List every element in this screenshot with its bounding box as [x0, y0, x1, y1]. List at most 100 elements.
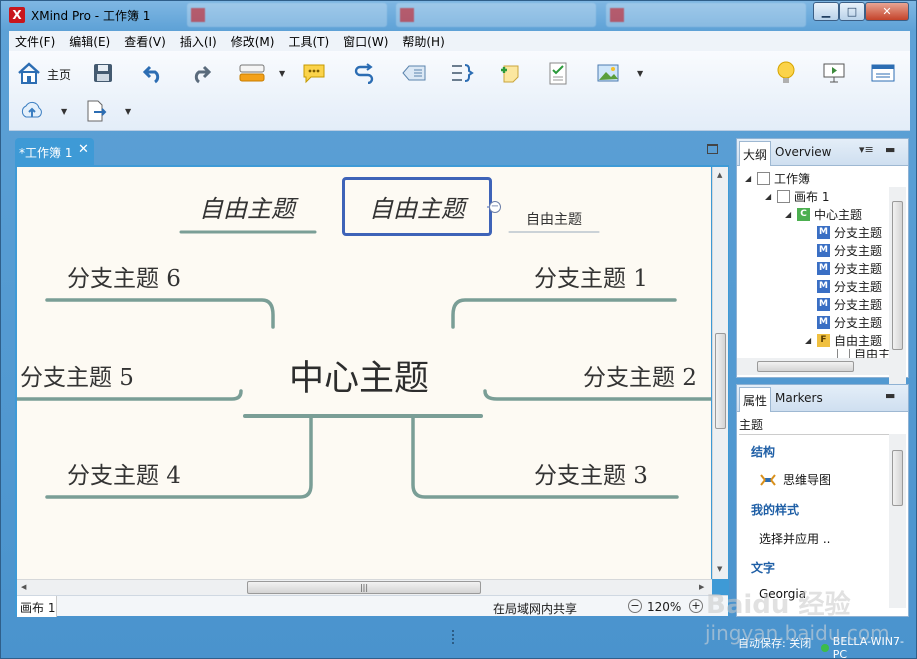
tree-item-floating[interactable]: ◢ F 自由主题: [805, 331, 882, 349]
maximize-button[interactable]: □: [839, 2, 865, 21]
tree-item-workbook[interactable]: ◢ 工作簿: [745, 169, 810, 187]
collapse-arrow-icon[interactable]: ◢: [785, 210, 797, 219]
branch-topic-5[interactable]: 分支主题 5: [20, 358, 134, 392]
image-button[interactable]: [595, 61, 621, 85]
collapse-arrow-icon[interactable]: ◢: [745, 174, 757, 183]
outline-hscroll-thumb[interactable]: [757, 361, 854, 372]
my-style-section-title[interactable]: 我的样式: [751, 501, 799, 518]
tree-item-floating-child[interactable]: 自由主: [837, 349, 890, 358]
menu-help[interactable]: 帮助(H): [402, 33, 444, 50]
menu-window[interactable]: 窗口(W): [343, 33, 388, 50]
upload-dropdown-icon[interactable]: ▼: [61, 107, 67, 116]
tree-item-branch[interactable]: M 分支主题: [817, 313, 882, 331]
home-button[interactable]: [15, 59, 43, 87]
tree-item-label: 分支主题: [834, 261, 883, 276]
tab-markers[interactable]: Markers: [775, 391, 823, 405]
tree-item-branch[interactable]: M 分支主题: [817, 277, 882, 295]
menu-view[interactable]: 查看(V): [124, 33, 166, 50]
tab-properties[interactable]: 属性: [739, 387, 772, 412]
canvas-horizontal-scrollbar[interactable]: ◀ ||| ▶: [17, 579, 712, 595]
redo-button[interactable]: [189, 61, 213, 85]
sheet-tab[interactable]: 画布 1: [17, 596, 57, 617]
outline-scroll-thumb[interactable]: [892, 201, 903, 350]
tree-item-central[interactable]: ◢ C 中心主题: [785, 205, 862, 223]
tree-item-branch[interactable]: M 分支主题: [817, 259, 882, 277]
menu-tools[interactable]: 工具(T): [288, 33, 329, 50]
minimize-panel-icon[interactable]: ▬: [885, 389, 895, 402]
tree-item-label: 分支主题: [834, 297, 883, 312]
upload-button[interactable]: [19, 99, 45, 123]
tree-item-branch[interactable]: M 分支主题: [817, 223, 882, 241]
boundary-button[interactable]: [399, 61, 429, 85]
outline-horizontal-scrollbar[interactable]: [737, 358, 889, 375]
export-button[interactable]: [83, 99, 109, 123]
relationship-icon: [354, 63, 374, 84]
relationship-button[interactable]: [351, 61, 377, 85]
structure-section-title[interactable]: 结构: [751, 443, 775, 460]
mind-map-canvas[interactable]: 自由主题 自由主题 − 自由主题 分支主题 6 分支主题 1 分支主题 5 分支…: [17, 167, 711, 579]
tree-item-sheet[interactable]: ◢ 画布 1: [765, 187, 829, 205]
insert-topic-dropdown-icon[interactable]: ▼: [279, 69, 285, 78]
scroll-up-icon[interactable]: ▲: [717, 171, 722, 179]
properties-scroll-thumb[interactable]: [892, 450, 903, 506]
apply-style-link[interactable]: 选择并应用 ..: [759, 530, 830, 547]
tree-item-branch[interactable]: M 分支主题: [817, 241, 882, 259]
branch-topic-3[interactable]: 分支主题 3: [534, 456, 648, 490]
menu-edit[interactable]: 编辑(E): [69, 33, 110, 50]
outline-vertical-scrollbar[interactable]: [889, 187, 906, 392]
collapse-arrow-icon[interactable]: ◢: [805, 336, 817, 345]
save-button[interactable]: [91, 61, 115, 85]
tab-outline[interactable]: 大纲: [739, 141, 772, 166]
layout-button[interactable]: [869, 61, 897, 85]
zoom-level[interactable]: 120%: [647, 600, 681, 614]
view-menu-icon[interactable]: ▾≡: [859, 143, 874, 156]
branch-topic-4[interactable]: 分支主题 4: [67, 456, 181, 490]
tab-overview[interactable]: Overview: [775, 145, 832, 159]
editor-tab-workbook[interactable]: *工作簿 1 ✕: [15, 138, 94, 165]
scroll-right-icon[interactable]: ▶: [699, 583, 704, 591]
floating-topic[interactable]: 自由主题: [199, 189, 295, 224]
minimize-button[interactable]: ▁: [813, 2, 839, 21]
horizontal-scroll-thumb[interactable]: |||: [247, 581, 481, 594]
floating-subtopic[interactable]: 自由主题: [526, 209, 582, 229]
minimize-panel-icon[interactable]: ▬: [885, 143, 895, 156]
menu-insert[interactable]: 插入(I): [180, 33, 217, 50]
branch-topic-1[interactable]: 分支主题 1: [534, 259, 648, 293]
collapse-icon[interactable]: −: [489, 201, 501, 213]
presentation-button[interactable]: [821, 61, 847, 85]
scroll-down-icon[interactable]: ▼: [717, 565, 722, 573]
close-tab-icon[interactable]: ✕: [78, 142, 89, 157]
branch-topic-6[interactable]: 分支主题 6: [67, 259, 181, 293]
branch-topic-2[interactable]: 分支主题 2: [583, 358, 697, 392]
zoom-in-icon[interactable]: +: [689, 599, 703, 613]
text-section-title[interactable]: 文字: [751, 559, 775, 576]
close-button[interactable]: ✕: [865, 2, 909, 21]
autosave-status[interactable]: 自动保存: 关闭: [738, 635, 811, 651]
lan-share-label[interactable]: 在局域网内共享: [493, 600, 577, 617]
scroll-left-icon[interactable]: ◀: [21, 583, 26, 591]
tree-item-branch[interactable]: M 分支主题: [817, 295, 882, 313]
menu-file[interactable]: 文件(F): [15, 33, 55, 50]
tree-item-label: 中心主题: [814, 207, 863, 222]
summary-button[interactable]: [449, 61, 475, 85]
maximize-editor-icon[interactable]: [707, 144, 718, 154]
menu-modify[interactable]: 修改(M): [231, 33, 275, 50]
zoom-out-icon[interactable]: −: [628, 599, 642, 613]
callout-button[interactable]: [301, 61, 327, 85]
font-family-value[interactable]: Georgia: [759, 587, 806, 601]
properties-vertical-scrollbar[interactable]: [889, 434, 906, 608]
export-dropdown-icon[interactable]: ▼: [125, 107, 131, 116]
canvas-vertical-scrollbar[interactable]: ▲ ▼: [712, 167, 728, 579]
collapse-arrow-icon[interactable]: ◢: [765, 192, 777, 201]
brainstorm-button[interactable]: [773, 59, 799, 87]
task-button[interactable]: [545, 59, 571, 87]
structure-value[interactable]: 思维导图: [759, 471, 831, 488]
image-dropdown-icon[interactable]: ▼: [637, 69, 643, 78]
vertical-scroll-thumb[interactable]: [715, 333, 726, 429]
resize-grip-icon[interactable]: [452, 630, 454, 644]
insert-topic-button[interactable]: [237, 61, 267, 85]
floating-topic-selected[interactable]: 自由主题: [369, 189, 465, 224]
central-topic[interactable]: 中心主题: [289, 350, 429, 401]
note-button[interactable]: [497, 61, 523, 85]
undo-button[interactable]: [141, 61, 165, 85]
